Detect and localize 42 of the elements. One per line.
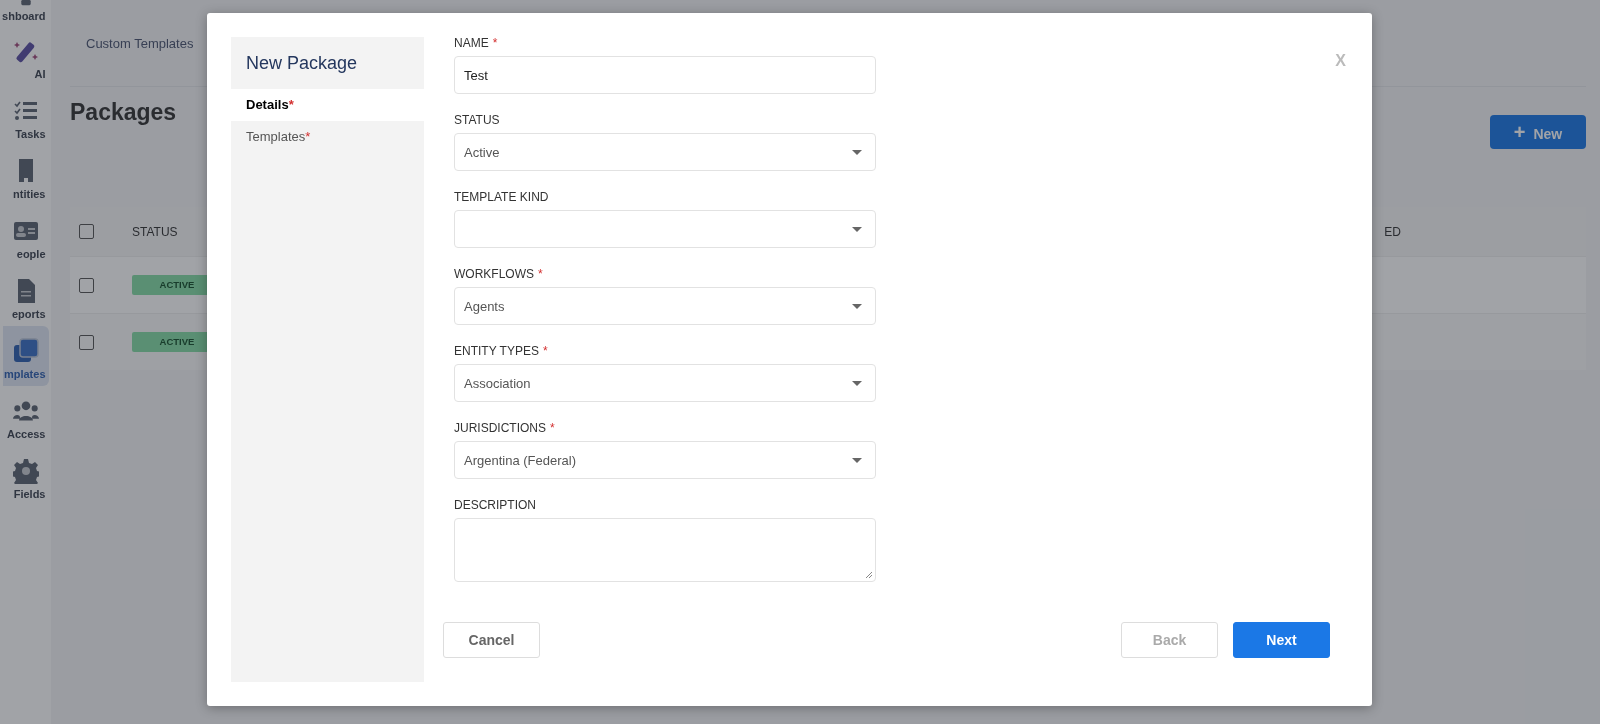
checkbox[interactable] [79,277,94,293]
checkbox[interactable] [79,334,94,350]
new-button[interactable]: + New [1490,115,1586,149]
field-label: STATUS [454,113,501,127]
checkbox[interactable] [79,224,94,239]
resize-handle-icon[interactable] [865,571,873,579]
field-label: ENTITY TYPES * [454,344,549,358]
field-label: TEMPLATE KIND [454,190,550,204]
caret-icon [852,380,862,386]
cancel-button[interactable]: Cancel [443,622,540,658]
column-header: ED [1384,224,1401,239]
caret-icon [852,226,862,232]
next-button[interactable]: Next [1233,622,1330,658]
sidebar-item[interactable]: ntities [2,146,49,206]
tab[interactable]: Custom Templates [70,35,194,51]
field-label: WORKFLOWS * [454,267,544,281]
sidebar-item[interactable]: Fields [2,446,49,506]
caret-icon [852,149,862,155]
dropdown-field[interactable]: Active [454,133,876,171]
caret-icon [852,457,862,463]
step-item[interactable]: Details* [231,89,424,121]
sidebar-item[interactable]: mplates [2,326,49,386]
dropdown-field[interactable]: Agents [454,287,876,325]
sidebar-item[interactable]: AI [2,26,49,86]
dropdown-field[interactable]: Association [454,364,876,402]
dropdown-field[interactable] [454,210,876,248]
text-field[interactable]: Test [454,56,876,94]
dropdown-field[interactable]: Argentina (Federal) [454,441,876,479]
settings-icon [12,458,39,484]
field-label: NAME * [454,36,499,50]
sidebar-item[interactable]: eople [2,206,49,266]
step-item[interactable]: Templates* [231,121,424,153]
sidebar-item[interactable]: Access [2,386,49,446]
caret-icon [852,303,862,309]
field-label: DESCRIPTION [454,498,537,512]
field-label: JURISDICTIONS * [454,421,556,435]
stacked-squares-icon [12,338,39,364]
column-header: STATUS [132,224,178,239]
page-title: Packages [70,99,177,126]
modal-title: New Package [245,52,359,75]
sidebar-item[interactable]: Tasks [2,86,49,146]
sidebar-item[interactable]: eports [2,266,49,326]
